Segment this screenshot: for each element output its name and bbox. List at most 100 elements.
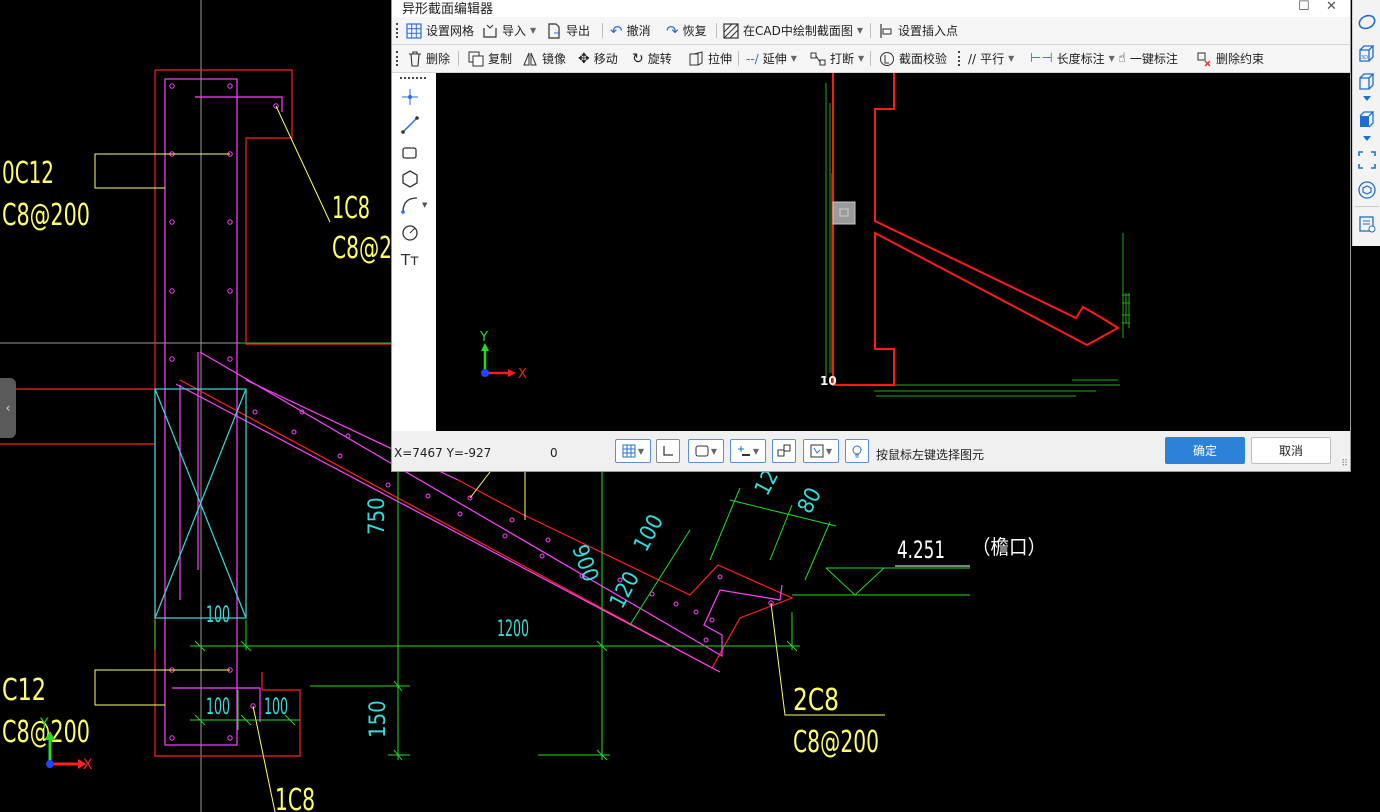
grid-settings-button[interactable]: 设置网格: [406, 17, 474, 44]
delete-constraint-button[interactable]: 删除约束: [1196, 45, 1264, 72]
tips-toggle[interactable]: [845, 439, 869, 463]
lock-constraint-icon[interactable]: [832, 201, 856, 225]
snap-box-icon: [695, 445, 709, 457]
label-1c8-top: 1C8: [332, 191, 370, 226]
polar-icon: [777, 444, 791, 457]
dimension-labels: 750 100 1200 100 100 150 900 120 100 120…: [206, 455, 827, 738]
section-check-button[interactable]: 截面校验: [879, 45, 947, 72]
arc-tool-icon[interactable]: [400, 195, 420, 215]
dialog-titlebar[interactable]: 异形截面编辑器 ☐ ✕: [392, 0, 1350, 17]
rectangle-tool-icon[interactable]: [400, 143, 420, 163]
redo-label: 恢复: [682, 24, 707, 38]
stretch-button[interactable]: 拉伸: [688, 45, 732, 72]
chevron-down-icon[interactable]: [1357, 94, 1377, 104]
grid-snap-toggle[interactable]: ▼: [615, 439, 651, 463]
chevron-down-icon[interactable]: [1357, 134, 1377, 144]
draw-in-cad-button[interactable]: 在CAD中绘制截面图 ▼: [723, 17, 863, 44]
extend-icon: --/: [746, 51, 759, 66]
hand-icon: ☝: [1118, 51, 1126, 66]
text-tool-icon[interactable]: Tт: [401, 251, 419, 269]
properties-panel-icon[interactable]: [1357, 214, 1377, 234]
status-hint: 按鼠标左键选择图元: [876, 448, 985, 462]
dim-80: 80: [793, 484, 827, 518]
stretch-icon: [689, 50, 703, 65]
view-toolbar: 3D: [1352, 0, 1380, 246]
auto-dimension-label: 一键标注: [1129, 52, 1178, 66]
undo-button[interactable]: ↶ 撤消: [610, 17, 651, 44]
redo-icon: ↷: [666, 21, 679, 40]
export-button[interactable]: 导出: [546, 17, 590, 44]
break-button[interactable]: 打断 ▼: [810, 45, 864, 72]
break-label: 打断: [830, 52, 855, 66]
set-insert-point-button[interactable]: 设置插入点: [878, 17, 958, 44]
copy-icon: [468, 51, 484, 66]
parallel-button[interactable]: // 平行 ▼: [968, 45, 1014, 72]
line-tool-icon[interactable]: [400, 115, 420, 135]
section-editor-canvas[interactable]: 10 X Y: [436, 73, 1350, 431]
tracking-toggle[interactable]: ▼: [730, 439, 766, 463]
sphere-view-icon[interactable]: [1357, 12, 1377, 32]
dim-150: 150: [366, 700, 391, 738]
polygon-tool-icon[interactable]: [400, 169, 420, 189]
delete-constraint-icon: [1197, 52, 1211, 66]
fit-view-icon[interactable]: [1357, 150, 1377, 170]
close-button[interactable]: ✕: [1326, 0, 1337, 14]
polar-toggle[interactable]: [772, 439, 796, 463]
move-button[interactable]: ✥ 移动: [578, 45, 618, 72]
cube-select-icon[interactable]: [1357, 180, 1377, 200]
editor-statusbar: X=7467 Y=-927 0 ▼ ▼ ▼ ▼ 按鼠标左键选择图元 确定 取消: [392, 431, 1350, 471]
rotate-button[interactable]: ↻ 旋转: [632, 45, 672, 72]
dim-100-d: 100: [629, 511, 669, 556]
toolbar-grip[interactable]: [396, 23, 401, 38]
elevation-labels: 4.251 （檐口）: [897, 535, 1046, 564]
tracking-icon: [737, 446, 750, 456]
chevron-down-icon[interactable]: ▼: [422, 201, 427, 209]
chevron-down-icon: ▼: [530, 26, 537, 35]
grid-icon: [406, 22, 422, 39]
export-icon: [548, 22, 560, 39]
dynamic-input-toggle[interactable]: ▼: [803, 439, 839, 463]
collapse-left-panel-button[interactable]: ‹: [0, 378, 16, 438]
rotate-label: 旋转: [647, 52, 672, 66]
dim-100-b: 100: [206, 695, 230, 720]
break-icon: [810, 52, 826, 65]
section-check-label: 截面校验: [899, 52, 948, 66]
3d-view-icon[interactable]: 3D: [1357, 44, 1377, 64]
label-c8-2-partial: C8@2: [332, 231, 392, 266]
redo-button[interactable]: ↷ 恢复: [666, 17, 707, 44]
grid-icon: [622, 444, 636, 458]
ortho-toggle[interactable]: [656, 439, 680, 463]
copy-label: 复制: [488, 52, 513, 66]
circle-tool-icon[interactable]: [400, 223, 420, 243]
import-button[interactable]: 导入 ▼: [482, 17, 536, 44]
auto-dimension-button[interactable]: ☝ 一键标注: [1118, 45, 1178, 72]
point-tool-icon[interactable]: [400, 87, 420, 107]
chevron-down-icon: ▼: [1108, 54, 1115, 63]
label-0c12: 0C12: [2, 156, 54, 191]
rotate-icon: ↻: [632, 50, 644, 67]
label-c8-200-top: C8@200: [2, 198, 90, 233]
solid-box-icon[interactable]: [1357, 110, 1377, 130]
parallel-label: 平行: [980, 52, 1005, 66]
move-label: 移动: [593, 52, 618, 66]
check-section-icon: [880, 51, 894, 66]
object-snap-toggle[interactable]: ▼: [688, 439, 724, 463]
box-view-icon[interactable]: [1357, 72, 1377, 92]
label-c8-200-right: C8@200: [793, 725, 879, 760]
resize-grip-icon[interactable]: ⠿: [1341, 459, 1348, 469]
chevron-down-icon: ▼: [1008, 54, 1015, 63]
delete-button[interactable]: 删除: [408, 45, 450, 72]
maximize-button[interactable]: ☐: [1298, 0, 1310, 14]
copy-button[interactable]: 复制: [468, 45, 512, 72]
toolbar-grip[interactable]: [396, 51, 401, 66]
mirror-button[interactable]: 镜像: [522, 45, 566, 72]
confirm-button[interactable]: 确定: [1165, 437, 1245, 464]
toolbar-grip[interactable]: [958, 51, 963, 66]
export-label: 导出: [566, 24, 591, 38]
dim-120-a: 120: [605, 568, 645, 613]
insert-point-icon: [880, 23, 892, 38]
length-dimension-button[interactable]: ⊢⊣ 长度标注 ▼: [1030, 45, 1115, 72]
section-editor-dialog: 异形截面编辑器 ☐ ✕ 设置网格 导入 ▼ 导出 ↶ 撤消 ↷ 恢复 在CAD中…: [391, 0, 1351, 472]
cancel-button[interactable]: 取消: [1251, 437, 1331, 464]
extend-button[interactable]: --/ 延伸 ▼: [746, 45, 797, 72]
